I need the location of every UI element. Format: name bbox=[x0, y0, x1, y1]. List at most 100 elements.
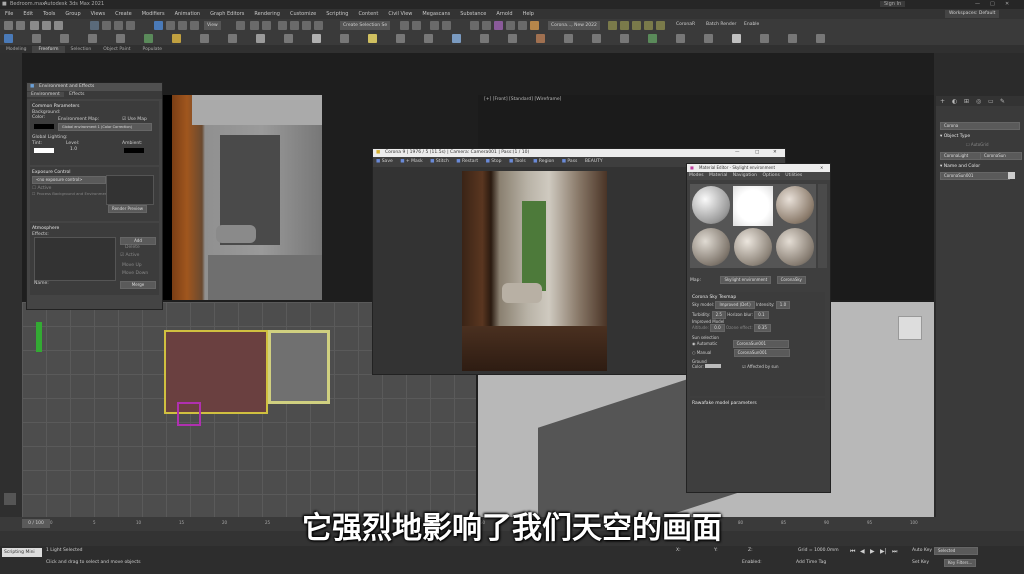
level-value[interactable]: 1.0 bbox=[70, 147, 77, 152]
coronar-button[interactable]: CoronaR bbox=[676, 22, 695, 27]
add-time-tag-button[interactable]: Add Time Tag bbox=[796, 560, 826, 565]
toolbar-tool-icon[interactable] bbox=[564, 34, 573, 43]
auto-key-button[interactable]: Auto Key bbox=[912, 548, 932, 553]
toolbar-tool-icon[interactable] bbox=[32, 34, 41, 43]
toolbar-tool-icon[interactable] bbox=[340, 34, 349, 43]
sample-slot-2[interactable] bbox=[733, 186, 773, 226]
bind-space-warp-icon[interactable] bbox=[54, 21, 63, 30]
key-filters-button[interactable]: Key Filters... bbox=[944, 559, 977, 567]
toolbar-tool-icon[interactable] bbox=[4, 34, 13, 43]
layer-explorer-icon[interactable] bbox=[442, 21, 451, 30]
menu-animation[interactable]: Animation bbox=[170, 9, 206, 19]
vfb-beauty-dropdown[interactable]: BEAUTY bbox=[582, 159, 606, 164]
toolbar-tool-icon[interactable] bbox=[452, 34, 461, 43]
percent-snap-icon[interactable] bbox=[302, 21, 311, 30]
menu-edit[interactable]: Edit bbox=[18, 9, 38, 19]
corona-icon-5[interactable] bbox=[656, 21, 665, 30]
mirror-icon[interactable] bbox=[400, 21, 409, 30]
vfb-close-icon[interactable]: ✕ bbox=[773, 149, 777, 157]
toolbar-tool-icon[interactable] bbox=[368, 34, 377, 43]
maxscript-listener[interactable]: Scripting Mini bbox=[2, 548, 42, 557]
corona-icon-1[interactable] bbox=[608, 21, 617, 30]
sun-manual-button[interactable]: CoronaSun001 bbox=[733, 349, 790, 357]
set-key-button[interactable]: Set Key bbox=[912, 560, 929, 565]
window-crossing-icon[interactable] bbox=[126, 21, 135, 30]
toolbar-tool-icon[interactable] bbox=[144, 34, 153, 43]
viewport-camera[interactable] bbox=[160, 95, 322, 300]
mat-menu-utilities[interactable]: Utilities bbox=[783, 173, 804, 178]
mat-close-icon[interactable]: ✕ bbox=[820, 164, 823, 172]
motion-tab-icon[interactable]: ◎ bbox=[976, 98, 981, 105]
toolbar-tool-icon[interactable] bbox=[704, 34, 713, 43]
selected-dropdown[interactable]: Selected bbox=[934, 547, 978, 555]
render-preset-dropdown[interactable]: Corona..., New 2022 bbox=[548, 21, 600, 30]
undo-icon[interactable] bbox=[4, 21, 13, 30]
toolbar-tool-icon[interactable] bbox=[592, 34, 601, 43]
ground-color-swatch[interactable] bbox=[705, 364, 722, 368]
toolbar-tool-icon[interactable] bbox=[200, 34, 209, 43]
vfb-pass-button[interactable]: ■ Pass bbox=[559, 159, 581, 164]
corona-icon-4[interactable] bbox=[644, 21, 653, 30]
toolbar-tool-icon[interactable] bbox=[88, 34, 97, 43]
vfb-mask-button[interactable]: ■ + Mask bbox=[397, 159, 426, 164]
autogrid-checkbox[interactable]: ☐ AutoGrid bbox=[966, 142, 989, 147]
vfb-stop-button[interactable]: ■ Stop bbox=[483, 159, 505, 164]
menu-views[interactable]: Views bbox=[86, 9, 110, 19]
menu-content[interactable]: Content bbox=[353, 9, 383, 19]
batch-render-button[interactable]: Batch Render bbox=[706, 22, 736, 27]
vfb-stitch-button[interactable]: ■ Stitch bbox=[427, 159, 452, 164]
vfb-save-button[interactable]: ■ Save bbox=[373, 159, 396, 164]
rotate-icon[interactable] bbox=[166, 21, 175, 30]
tint-swatch[interactable] bbox=[34, 148, 54, 153]
utilities-tab-icon[interactable]: ✎ bbox=[1000, 98, 1005, 105]
go-to-end-icon[interactable]: ⏭ bbox=[892, 548, 897, 556]
minimize-icon[interactable]: — bbox=[975, 1, 980, 7]
mat-menu-navigation[interactable]: Navigation bbox=[731, 173, 759, 178]
corona-icon-3[interactable] bbox=[632, 21, 641, 30]
vfb-maximize-icon[interactable]: □ bbox=[755, 149, 759, 157]
sample-slot-4[interactable] bbox=[692, 228, 730, 266]
effects-list[interactable] bbox=[34, 237, 116, 281]
toolbar-tool-icon[interactable] bbox=[508, 34, 517, 43]
add-effect-button[interactable]: Add bbox=[120, 237, 156, 245]
toolbar-tool-icon[interactable] bbox=[396, 34, 405, 43]
corona-sun-button[interactable]: CoronaSun bbox=[980, 152, 1022, 160]
reference-coord-dropdown[interactable]: View bbox=[204, 21, 221, 30]
toolbar-tool-icon[interactable] bbox=[284, 34, 293, 43]
ambient-swatch[interactable] bbox=[124, 148, 144, 153]
name-color-header[interactable]: ▾ Name and Color bbox=[940, 163, 980, 170]
link-icon[interactable] bbox=[30, 21, 39, 30]
vfb-region-button[interactable]: ■ Region bbox=[530, 159, 557, 164]
place-icon[interactable] bbox=[190, 21, 199, 30]
bg-color-swatch[interactable] bbox=[34, 124, 54, 129]
use-map-checkbox[interactable]: ☑ Use Map bbox=[122, 117, 147, 122]
corona-light-button[interactable]: CoronaLight bbox=[940, 152, 982, 160]
select-manipulate-icon[interactable] bbox=[250, 21, 259, 30]
affected-by-sun-checkbox[interactable]: ☑ Affected by sun bbox=[742, 364, 778, 369]
menu-graph-editors[interactable]: Graph Editors bbox=[205, 9, 249, 19]
toolbar-tool-icon[interactable] bbox=[256, 34, 265, 43]
vfb-restart-button[interactable]: ■ Restart bbox=[453, 159, 481, 164]
tab-environment[interactable]: Environment bbox=[27, 92, 64, 97]
keyboard-shortcut-icon[interactable] bbox=[262, 21, 271, 30]
workspace-dropdown[interactable]: Workspaces: Default bbox=[945, 10, 1000, 18]
toolbar-tool-icon[interactable] bbox=[60, 34, 69, 43]
menu-help[interactable]: Help bbox=[518, 9, 539, 19]
env-map-button[interactable]: Global environment 1 (Color Correction) bbox=[58, 123, 152, 131]
toolbar-tool-icon[interactable] bbox=[816, 34, 825, 43]
mat-menu-modes[interactable]: Modes bbox=[687, 173, 706, 178]
select-icon[interactable] bbox=[90, 21, 99, 30]
turbidity-spinner[interactable]: 2.5 bbox=[711, 311, 726, 319]
corona-sky-header[interactable]: Corona Sky Texmap bbox=[692, 294, 823, 301]
angle-snap-icon[interactable] bbox=[290, 21, 299, 30]
modify-tab-icon[interactable]: ◐ bbox=[952, 98, 957, 105]
toolbar-tool-icon[interactable] bbox=[788, 34, 797, 43]
menu-tools[interactable]: Tools bbox=[38, 9, 60, 19]
mat-menu-material[interactable]: Material bbox=[707, 173, 729, 178]
sample-slot-1[interactable] bbox=[692, 186, 730, 224]
select-by-name-icon[interactable] bbox=[102, 21, 111, 30]
redo-icon[interactable] bbox=[16, 21, 25, 30]
curve-editor-icon[interactable] bbox=[470, 21, 479, 30]
sign-in-dropdown[interactable]: Sign In bbox=[880, 1, 906, 7]
map-type-button[interactable]: CoronaSky bbox=[776, 276, 806, 284]
